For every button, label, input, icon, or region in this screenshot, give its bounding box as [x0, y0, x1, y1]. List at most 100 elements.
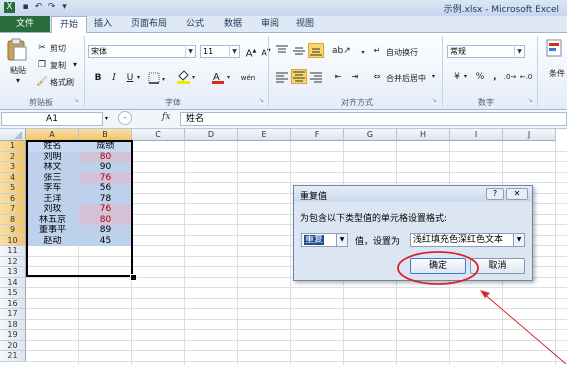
font-launcher-icon[interactable]: ↘ [259, 97, 264, 104]
score-cell[interactable]: 80 [79, 151, 132, 162]
name-cell[interactable]: 王洋 [26, 193, 79, 204]
row-header[interactable]: 11 [0, 246, 26, 257]
underline-button[interactable]: U [122, 71, 138, 85]
row-header[interactable]: 18 [0, 319, 26, 330]
column-header[interactable]: E [238, 129, 291, 141]
row-header[interactable]: 2 [0, 151, 26, 162]
name-cell[interactable]: 刘明 [26, 151, 79, 162]
currency-icon[interactable]: ¥ [449, 70, 465, 84]
row-header[interactable]: 9 [0, 225, 26, 236]
row-header[interactable]: 7 [0, 204, 26, 215]
close-icon[interactable]: ✕ [506, 188, 528, 200]
row-header[interactable]: 16 [0, 298, 26, 309]
name-cell[interactable]: 姓名 [26, 141, 79, 152]
clipboard-launcher-icon[interactable]: ↘ [74, 97, 79, 104]
currency-dropdown-icon[interactable]: ▾ [464, 73, 467, 80]
comma-style-button[interactable]: , [487, 70, 503, 84]
column-header[interactable]: G [344, 129, 397, 141]
row-header[interactable]: 12 [0, 256, 26, 267]
decrease-font-icon[interactable]: A▼ [258, 44, 274, 58]
row-header[interactable]: 17 [0, 309, 26, 320]
column-header[interactable]: J [503, 129, 556, 141]
paste-dropdown-icon[interactable]: ▾ [6, 76, 30, 85]
align-middle-icon[interactable] [291, 44, 307, 58]
score-cell[interactable]: 76 [79, 204, 132, 215]
merge-center-button[interactable]: 合并后居中 [386, 73, 426, 84]
select-all-corner[interactable] [0, 129, 26, 141]
row-header[interactable]: 1 [0, 141, 26, 152]
tab-page-layout[interactable]: 页面布局 [124, 16, 174, 32]
number-launcher-icon[interactable]: ↘ [528, 97, 533, 104]
row-header[interactable]: 5 [0, 183, 26, 194]
tab-review[interactable]: 审阅 [255, 16, 285, 32]
paste-button[interactable]: 粘贴 [6, 65, 30, 76]
number-format-combo[interactable]: 常规 ▼ [447, 45, 525, 58]
increase-decimal-icon[interactable]: .0→ [502, 70, 518, 84]
tab-file[interactable]: 文件 [0, 16, 50, 32]
borders-icon[interactable]: ▾ [148, 72, 168, 84]
font-name-combo[interactable]: 宋体 ▼ [88, 45, 196, 58]
score-cell[interactable]: 78 [79, 193, 132, 204]
row-header[interactable]: 4 [0, 172, 26, 183]
font-color-icon[interactable]: A ▾ [211, 70, 233, 85]
name-cell[interactable]: 林文 [26, 162, 79, 173]
score-cell[interactable]: 90 [79, 162, 132, 173]
increase-indent-icon[interactable]: ⇥ [347, 70, 363, 84]
tab-formulas[interactable]: 公式 [180, 16, 210, 32]
score-cell[interactable]: 成绩 [79, 141, 132, 152]
bold-button[interactable]: B [90, 71, 106, 85]
name-box-dropdown-icon[interactable]: ▾ [105, 115, 108, 122]
tab-view[interactable]: 视图 [290, 16, 320, 32]
row-header[interactable]: 3 [0, 162, 26, 173]
format-painter-button[interactable]: 格式刷 [50, 77, 74, 88]
column-header[interactable]: B [79, 129, 132, 141]
font-size-combo[interactable]: 11 ▼ [200, 45, 240, 58]
copy-dropdown-icon[interactable]: ▾ [73, 60, 77, 69]
column-header[interactable]: I [450, 129, 503, 141]
increase-font-icon[interactable]: A▲ [243, 44, 259, 59]
tab-data[interactable]: 数据 [218, 16, 248, 32]
formula-input[interactable]: 姓名 [180, 112, 567, 126]
duplicate-type-select[interactable]: 重复 ▼ [301, 233, 348, 247]
decrease-decimal-icon[interactable]: ←.0 [518, 70, 534, 84]
formula-bar-grip-icon[interactable]: – [118, 111, 132, 125]
row-header[interactable]: 15 [0, 288, 26, 299]
italic-button[interactable]: I [106, 71, 122, 85]
align-left-icon[interactable] [274, 70, 290, 84]
name-cell[interactable]: 李车 [26, 183, 79, 194]
row-header[interactable]: 6 [0, 193, 26, 204]
copy-button[interactable]: 复制 [50, 60, 66, 71]
paste-icon[interactable] [5, 38, 29, 62]
row-header[interactable]: 13 [0, 267, 26, 278]
name-cell[interactable]: 赵动 [26, 235, 79, 246]
merge-dropdown-icon[interactable]: ▾ [432, 73, 435, 80]
fill-handle[interactable] [130, 274, 137, 281]
align-top-icon[interactable] [274, 44, 290, 58]
underline-dropdown-icon[interactable]: ▾ [137, 74, 140, 81]
align-right-icon[interactable] [308, 70, 324, 84]
row-header[interactable]: 14 [0, 277, 26, 288]
decrease-indent-icon[interactable]: ⇤ [330, 70, 346, 84]
row-header[interactable]: 10 [0, 235, 26, 246]
score-cell[interactable]: 80 [79, 214, 132, 225]
row-header[interactable]: 19 [0, 330, 26, 341]
score-cell[interactable]: 89 [79, 225, 132, 236]
column-header[interactable]: F [291, 129, 344, 141]
align-bottom-icon[interactable] [308, 43, 324, 58]
row-header[interactable]: 21 [0, 351, 26, 362]
alignment-launcher-icon[interactable]: ↘ [432, 97, 437, 104]
column-header[interactable]: C [132, 129, 185, 141]
phonetic-guide-icon[interactable]: wén [240, 71, 256, 85]
align-center-icon[interactable] [291, 69, 307, 84]
fill-color-icon[interactable]: ▾ [176, 70, 198, 85]
name-cell[interactable]: 董事平 [26, 225, 79, 236]
orientation-icon[interactable]: ab↗ [332, 44, 351, 58]
tab-home[interactable]: 开始 [51, 16, 87, 33]
score-cell[interactable]: 45 [79, 235, 132, 246]
score-cell[interactable]: 76 [79, 172, 132, 183]
name-cell[interactable]: 刘玫 [26, 204, 79, 215]
name-box[interactable]: A1 [1, 112, 103, 126]
insert-function-button[interactable]: fx [162, 112, 170, 122]
tab-insert[interactable]: 插入 [88, 16, 118, 32]
row-header[interactable]: 20 [0, 340, 26, 351]
